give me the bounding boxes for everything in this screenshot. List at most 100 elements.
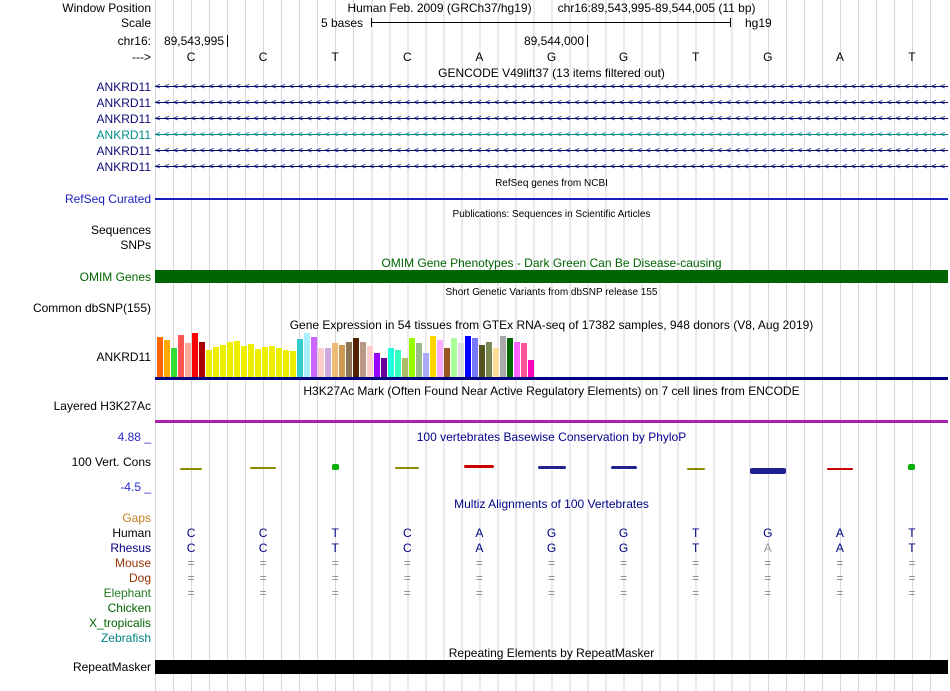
gtex-tissue-bar[interactable]	[486, 342, 492, 377]
gtex-tissue-bar[interactable]	[472, 338, 478, 377]
phylop-conservation-mark[interactable]	[180, 468, 203, 470]
gtex-tissue-bar[interactable]	[451, 338, 457, 377]
gtex-tissue-bar[interactable]	[206, 350, 212, 377]
gtex-tissue-bar[interactable]	[437, 340, 443, 377]
gencode-gene-label[interactable]: ANKRD11	[0, 160, 151, 174]
multiz-alignment-cell[interactable]: T	[686, 541, 706, 555]
gtex-expression-chart[interactable]	[155, 333, 948, 377]
multiz-alignment-cell[interactable]: G	[614, 526, 634, 540]
multiz-alignment-cell[interactable]: =	[614, 571, 634, 585]
gencode-gene-row[interactable]: <<<<<<<<<<<<<<<<<<<<<<<<<<<<<<<<<<<<<<<<…	[155, 113, 948, 125]
multiz-alignment-cell[interactable]: =	[830, 556, 850, 570]
multiz-alignment-cell[interactable]: =	[902, 556, 922, 570]
multiz-alignment-cell[interactable]: T	[325, 526, 345, 540]
gtex-tissue-bar[interactable]	[444, 348, 450, 377]
multiz-alignment-cell[interactable]: =	[253, 586, 273, 600]
phylop-conservation-mark[interactable]	[331, 464, 339, 470]
phylop-conservation-mark[interactable]	[908, 464, 916, 470]
gencode-gene-label[interactable]: ANKRD11	[0, 128, 151, 142]
gtex-gene-label[interactable]: ANKRD11	[0, 350, 151, 364]
multiz-species-label[interactable]: X_tropicalis	[0, 616, 151, 630]
multiz-alignment-cell[interactable]: =	[397, 586, 417, 600]
multiz-species-label[interactable]: Elephant	[0, 586, 151, 600]
multiz-alignment-cell[interactable]: =	[758, 586, 778, 600]
refseq-curated-track[interactable]	[155, 198, 948, 200]
multiz-alignment-cell[interactable]: =	[253, 556, 273, 570]
multiz-species-label[interactable]: Rhesus	[0, 541, 151, 555]
omim-genes-label[interactable]: OMIM Genes	[0, 270, 151, 284]
multiz-alignment-cell[interactable]: T	[686, 526, 706, 540]
multiz-alignment-cell[interactable]: =	[686, 556, 706, 570]
gtex-tissue-bar[interactable]	[402, 358, 408, 377]
multiz-alignment-cell[interactable]: A	[830, 541, 850, 555]
multiz-alignment-cell[interactable]: C	[397, 541, 417, 555]
gtex-tissue-bar[interactable]	[339, 345, 345, 377]
multiz-alignment-cell[interactable]: =	[614, 586, 634, 600]
multiz-alignment-cell[interactable]: =	[397, 571, 417, 585]
multiz-alignment-cell[interactable]: =	[614, 556, 634, 570]
gtex-tissue-bar[interactable]	[283, 350, 289, 377]
gtex-tissue-bar[interactable]	[199, 342, 205, 377]
multiz-alignment-cell[interactable]: =	[469, 556, 489, 570]
multiz-alignment-cell[interactable]: G	[542, 526, 562, 540]
refseq-curated-label[interactable]: RefSeq Curated	[0, 192, 151, 206]
gtex-tissue-bar[interactable]	[507, 338, 513, 377]
gtex-tissue-bar[interactable]	[332, 343, 338, 377]
multiz-alignment-cell[interactable]: G	[758, 526, 778, 540]
multiz-alignment-cell[interactable]: =	[542, 571, 562, 585]
gtex-tissue-bar[interactable]	[255, 349, 261, 377]
gtex-tissue-bar[interactable]	[178, 335, 184, 377]
multiz-alignment-cell[interactable]: =	[325, 556, 345, 570]
gtex-tissue-bar[interactable]	[241, 346, 247, 377]
gtex-tissue-bar[interactable]	[311, 337, 317, 377]
gtex-tissue-bar[interactable]	[479, 345, 485, 377]
gtex-tissue-bar[interactable]	[458, 343, 464, 377]
gtex-tissue-bar[interactable]	[423, 353, 429, 377]
multiz-alignment-cell[interactable]: =	[181, 571, 201, 585]
dbsnp-track-label[interactable]: Common dbSNP(155)	[0, 301, 151, 315]
multiz-alignment-cell[interactable]: C	[253, 541, 273, 555]
gencode-gene-label[interactable]: ANKRD11	[0, 144, 151, 158]
multiz-species-label[interactable]: Gaps	[0, 511, 151, 525]
h3k27ac-track-label[interactable]: Layered H3K27Ac	[0, 399, 151, 413]
multiz-alignment-cell[interactable]: =	[542, 586, 562, 600]
multiz-alignment-cell[interactable]: G	[542, 541, 562, 555]
multiz-species-label[interactable]: Human	[0, 526, 151, 540]
gtex-tissue-bar[interactable]	[325, 348, 331, 377]
gencode-gene-row[interactable]: <<<<<<<<<<<<<<<<<<<<<<<<<<<<<<<<<<<<<<<<…	[155, 81, 948, 93]
gtex-tissue-bar[interactable]	[290, 351, 296, 377]
multiz-alignment-cell[interactable]: =	[325, 571, 345, 585]
gtex-tissue-bar[interactable]	[360, 342, 366, 377]
gtex-tissue-bar[interactable]	[500, 336, 506, 377]
gtex-tissue-bar[interactable]	[381, 358, 387, 377]
phylop-conservation-mark[interactable]	[537, 466, 566, 469]
multiz-alignment-cell[interactable]: T	[902, 541, 922, 555]
multiz-species-label[interactable]: Dog	[0, 571, 151, 585]
multiz-alignment-cell[interactable]: =	[902, 571, 922, 585]
gencode-gene-row[interactable]: <<<<<<<<<<<<<<<<<<<<<<<<<<<<<<<<<<<<<<<<…	[155, 129, 948, 141]
gtex-tissue-bar[interactable]	[220, 345, 226, 377]
multiz-alignment-cell[interactable]: =	[686, 586, 706, 600]
gtex-tissue-bar[interactable]	[157, 337, 163, 377]
phylop-conservation-mark[interactable]	[250, 467, 277, 469]
gencode-gene-label[interactable]: ANKRD11	[0, 96, 151, 110]
multiz-alignment-cell[interactable]: C	[397, 526, 417, 540]
gencode-gene-label[interactable]: ANKRD11	[0, 112, 151, 126]
multiz-alignment-cell[interactable]: =	[469, 586, 489, 600]
gtex-tissue-bar[interactable]	[304, 333, 310, 377]
phylop-conservation-mark[interactable]	[686, 468, 705, 470]
gtex-tissue-bar[interactable]	[514, 342, 520, 377]
multiz-alignment-cell[interactable]: G	[614, 541, 634, 555]
gtex-tissue-bar[interactable]	[388, 348, 394, 377]
multiz-alignment-cell[interactable]: =	[830, 571, 850, 585]
gencode-gene-row[interactable]: <<<<<<<<<<<<<<<<<<<<<<<<<<<<<<<<<<<<<<<<…	[155, 97, 948, 109]
gtex-gene-model-line[interactable]	[155, 377, 948, 380]
phylop-conservation-mark[interactable]	[749, 468, 786, 474]
phylop-track-label[interactable]: 100 Vert. Cons	[0, 455, 151, 469]
gtex-tissue-bar[interactable]	[395, 350, 401, 377]
gtex-tissue-bar[interactable]	[248, 344, 254, 377]
gtex-tissue-bar[interactable]	[346, 342, 352, 377]
snps-track-label[interactable]: SNPs	[0, 238, 151, 252]
omim-genes-track[interactable]	[155, 270, 948, 283]
gtex-tissue-bar[interactable]	[528, 360, 534, 377]
